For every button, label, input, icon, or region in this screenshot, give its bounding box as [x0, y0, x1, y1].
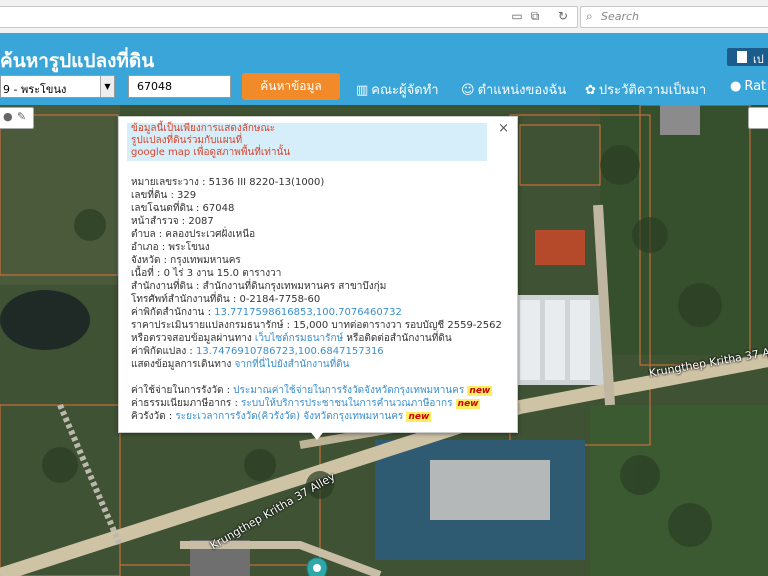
- parcel-coordinates: ค่าพิกัดแปลง : 13.7476910786723,100.6847…: [131, 346, 384, 358]
- verify-prefix: หรือตรวจสอบข้อมูลผ่านทาง: [131, 333, 255, 344]
- fee-label: ค่าใช้จ่ายในการรังวัด :: [131, 385, 234, 396]
- verify-suffix: หรือติดต่อสำนักงานที่ดิน: [343, 333, 452, 344]
- new-badge: new: [406, 412, 432, 422]
- land-number: เลขที่ดิน : 329: [131, 190, 197, 201]
- language-toggle[interactable]: เป: [727, 48, 768, 66]
- queue-label: คิวรังวัด :: [131, 411, 176, 422]
- verify-info: หรือตรวจสอบข้อมูลผ่านทาง เว็บไซต์กรมธนาร…: [131, 333, 452, 345]
- district-select-value: 9 - พระโขนง: [3, 83, 67, 96]
- office-coord-link[interactable]: 13.7717598616853,100.7076460732: [214, 307, 402, 318]
- page-title: ค้นหารูปแปลงที่ดิน: [0, 50, 155, 72]
- nav-rating[interactable]: ● Rat: [730, 79, 766, 97]
- nav-my-location-label: ตำแหน่งของฉัน: [477, 83, 567, 98]
- notice-line: google map เพื่อดูสภาพพื้นที่เท่านั้น: [131, 147, 291, 158]
- nav-history[interactable]: ✿ ประวัติความเป็นมา: [585, 79, 707, 98]
- notice-box: ข้อมูลนี้เป็นเพียงการแสดงลักษณะ รูปแปลงท…: [127, 123, 487, 161]
- land-office: สำนักงานที่ดิน : สำนักงานที่ดินกรุงเทพมห…: [131, 281, 387, 292]
- province: จังหวัด : กรุงเทพมหานคร: [131, 255, 241, 266]
- toggle-label: เป: [753, 53, 764, 66]
- search-button[interactable]: ค้นหาข้อมูล: [242, 73, 340, 100]
- survey-fee: ค่าใช้จ่ายในการรังวัด : ประมาณค่าใช้จ่าย…: [131, 385, 493, 397]
- tax-fee: ค่าธรรมเนียมภาษีอากร : ระบบให้บริการประช…: [131, 398, 481, 410]
- parcel-number-input[interactable]: 67048: [128, 75, 231, 98]
- appraisal-price: ราคาประเมินรายแปลงกรมธนารักษ์ : 15,000 บ…: [131, 320, 502, 331]
- survey-queue: คิวรังวัด : ระยะเวลาการรังวัด(คิวรังวัด)…: [131, 411, 432, 423]
- fee-link[interactable]: ประมาณค่าใช้จ่ายในการรังวัดจังหวัดกรุงเท…: [233, 385, 464, 396]
- reader-view-icon[interactable]: ▭: [510, 9, 524, 23]
- parcel-info-popup: × ข้อมูลนี้เป็นเพียงการแสดงลักษณะ รูปแปล…: [118, 116, 518, 440]
- route-link[interactable]: จากที่นี่ไปยังสำนักงานที่ดิน: [235, 359, 350, 370]
- app-header: ค้นหารูปแปลงที่ดิน เป 9 - พระโขนง ▼ 6704…: [0, 33, 768, 105]
- parcel-coord-label: ค่าพิกัดแปลง :: [131, 346, 196, 357]
- search-placeholder: Search: [601, 10, 640, 23]
- deed-number: เลขโฉนดที่ดิน : 67048: [131, 203, 235, 214]
- tax-label: ค่าธรรมเนียมภาษีอากร :: [131, 398, 242, 409]
- popup-pointer: [309, 430, 325, 440]
- office-coordinates: ค่าพิกัดสำนักงาน : 13.7717598616853,100.…: [131, 307, 402, 319]
- nav-credits-label: คณะผู้จัดทำ: [371, 83, 439, 98]
- sheet-number: หมายเลขระวาง : 5136 III 8220-13(1000): [131, 177, 325, 188]
- browser-search-box[interactable]: ⌕ Search: [580, 6, 768, 28]
- map-fullscreen-control[interactable]: [748, 107, 768, 129]
- browser-toolbar: ▭ ⧉ ↻ ⌕ Search: [0, 0, 768, 34]
- address-bar[interactable]: [0, 6, 578, 28]
- survey-page: หน้าสำรวจ : 2087: [131, 216, 214, 227]
- new-badge: new: [467, 386, 493, 396]
- smiley-icon: ☺: [461, 83, 475, 98]
- treasury-link[interactable]: เว็บไซต์กรมธนารักษ์: [255, 333, 343, 344]
- tax-link[interactable]: ระบบให้บริการประชาชนในการคำนวณภาษีอากร: [241, 398, 452, 409]
- leaf-icon: ✿: [585, 83, 596, 98]
- map-dot-icon: ●: [3, 110, 13, 123]
- land-area: เนื้อที่ : 0 ไร่ 3 งาน 15.0 ตารางวา: [131, 268, 282, 279]
- notice-line: รูปแปลงที่ดินร่วมกับแผนที่: [131, 135, 243, 146]
- notice-line: ข้อมูลนี้เป็นเพียงการแสดงลักษณะ: [131, 123, 276, 134]
- office-coord-label: ค่าพิกัดสำนักงาน :: [131, 307, 215, 318]
- queue-link[interactable]: ระยะเวลาการรังวัด(คิวรังวัด) จังหวัดกรุง…: [175, 411, 403, 422]
- new-badge: new: [455, 399, 481, 409]
- parcel-coord-link[interactable]: 13.7476910786723,100.6847157316: [196, 346, 384, 357]
- office-phone: โทรศัพท์สำนักงานที่ดิน : 0-2184-7758-60: [131, 294, 321, 305]
- nav-credits[interactable]: ▥ คณะผู้จัดทำ: [356, 79, 439, 98]
- nav-history-label: ประวัติความเป็นมา: [598, 83, 707, 98]
- duck-icon: ●: [730, 79, 742, 94]
- route-label: แสดงข้อมูลการเดินทาง: [131, 359, 235, 370]
- route-info: แสดงข้อมูลการเดินทาง จากที่นี่ไปยังสำนัก…: [131, 359, 350, 371]
- nav-my-location[interactable]: ☺ ตำแหน่งของฉัน: [461, 79, 567, 98]
- chevron-down-icon: ▼: [100, 76, 114, 97]
- nav-rating-label: Rat: [744, 79, 767, 94]
- pen-icon: ✎: [17, 110, 27, 123]
- translate-icon[interactable]: ⧉: [528, 9, 542, 23]
- toggle-knob: [737, 51, 747, 63]
- subdistrict: ตำบล : คลองประเวศฝั่งเหนือ: [131, 229, 256, 240]
- close-icon[interactable]: ×: [498, 121, 509, 136]
- reload-icon[interactable]: ↻: [556, 9, 570, 23]
- district: อำเภอ : พระโขนง: [131, 242, 210, 253]
- map-type-control[interactable]: ● ✎: [0, 107, 34, 129]
- district-select[interactable]: 9 - พระโขนง ▼: [0, 75, 115, 98]
- search-icon: ⌕: [586, 9, 593, 23]
- book-icon: ▥: [356, 83, 369, 98]
